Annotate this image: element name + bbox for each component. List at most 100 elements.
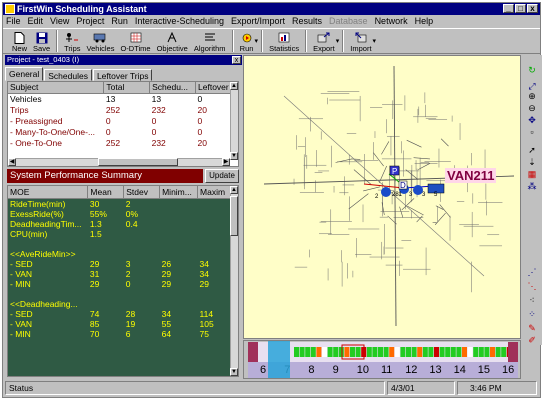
timeline-cursor[interactable] xyxy=(268,341,290,378)
table-row[interactable]: - SED 29 3 26 34 xyxy=(8,259,232,269)
menu-project[interactable]: Project xyxy=(76,16,104,26)
vehicle-label[interactable]: VAN211 xyxy=(445,168,497,183)
scroll-up-icon[interactable]: ▲ xyxy=(230,186,238,194)
menu-network[interactable]: Network xyxy=(375,16,408,26)
map-view[interactable]: P D 2 281 3 3 5 VAN211 xyxy=(243,55,521,339)
street-network-map[interactable]: PD2 281 3 3 5 xyxy=(244,56,521,339)
column-header-maximum[interactable]: Maxim xyxy=(197,186,232,199)
table-row[interactable]: RideTime(min) 30 2 xyxy=(8,198,232,209)
menu-file[interactable]: File xyxy=(6,16,21,26)
timeline-block[interactable] xyxy=(372,347,378,357)
menu-view[interactable]: View xyxy=(50,16,69,26)
table-row[interactable]: - MIN 70 6 64 75 xyxy=(8,329,232,339)
maximize-button[interactable]: □ xyxy=(515,4,526,13)
layers-icon[interactable]: ▦ xyxy=(526,169,538,179)
statistics-button[interactable]: Statistics xyxy=(266,29,302,53)
close-button[interactable]: x xyxy=(527,4,538,13)
run-button[interactable]: Run xyxy=(237,29,257,53)
table-row[interactable]: - VAN 31 2 29 34 xyxy=(8,269,232,279)
run-dropdown-icon[interactable]: ▾ xyxy=(255,29,259,45)
table-row[interactable]: - SED 74 28 34 114 xyxy=(8,309,232,319)
stop-icon[interactable]: ⁖ xyxy=(526,295,538,305)
column-header-minimum[interactable]: Minim... xyxy=(159,186,199,199)
identify-icon[interactable]: ⁂ xyxy=(526,181,538,191)
timeline-block[interactable] xyxy=(473,347,479,357)
table-row[interactable]: - Many-To-One/One-... 0 0 0 xyxy=(8,126,234,137)
new-button[interactable]: New xyxy=(9,29,30,53)
timeline-block[interactable] xyxy=(350,347,355,357)
timeline-block[interactable] xyxy=(378,347,383,357)
menu-help[interactable]: Help xyxy=(415,16,434,26)
timeline-block[interactable] xyxy=(355,347,361,357)
column-header-total[interactable]: Total xyxy=(103,82,151,94)
summary-vertical-scrollbar[interactable]: ▲ ▼ xyxy=(230,82,238,160)
timeline-block[interactable] xyxy=(333,347,339,357)
table-row[interactable]: <<AveRideMin>> xyxy=(8,249,232,259)
scroll-right-icon[interactable]: ▶ xyxy=(222,158,230,166)
tab-general[interactable]: General xyxy=(5,67,44,81)
table-row[interactable]: CPU(min) 1.5 xyxy=(8,229,232,239)
algorithm-button[interactable]: Algorithm xyxy=(191,29,229,53)
scroll-left-icon[interactable]: ◀ xyxy=(8,158,16,166)
trip-icon[interactable]: ⋱ xyxy=(526,281,538,291)
import-button[interactable]: Import xyxy=(347,29,374,53)
scroll-up-icon[interactable]: ▲ xyxy=(230,82,238,90)
table-row[interactable]: DeadheadingTim... 1.3 0.4 xyxy=(8,219,232,229)
save-button[interactable]: Save xyxy=(30,29,53,53)
menu-interactive-scheduling[interactable]: Interactive-Scheduling xyxy=(135,16,224,26)
update-button[interactable]: Update xyxy=(205,169,239,183)
timeline-block[interactable] xyxy=(389,347,395,357)
refresh-icon[interactable]: ↻ xyxy=(526,65,538,75)
menu-results[interactable]: Results xyxy=(292,16,322,26)
scroll-down-icon[interactable]: ▼ xyxy=(230,368,238,376)
zoom-extent-icon[interactable]: ⤢ xyxy=(526,81,538,91)
table-row[interactable]: - MIN 29 0 29 29 xyxy=(8,279,232,289)
zoom-in-icon[interactable]: ⊕ xyxy=(526,91,538,101)
route-icon[interactable]: ⋰ xyxy=(526,267,538,277)
export-button[interactable]: Export xyxy=(310,29,338,53)
table-row[interactable] xyxy=(8,239,232,249)
edit-icon[interactable]: ✎ xyxy=(526,323,538,333)
tab-schedules[interactable]: Schedules xyxy=(44,69,92,81)
export-dropdown-icon[interactable]: ▾ xyxy=(336,29,340,45)
timeline-block[interactable] xyxy=(316,347,322,357)
table-row[interactable]: ExessRide(%) 55% 0% xyxy=(8,209,232,219)
timeline-block[interactable] xyxy=(383,347,389,357)
timeline-block[interactable] xyxy=(406,347,411,357)
timeline-block[interactable] xyxy=(434,347,439,357)
timeline-block[interactable] xyxy=(422,347,428,357)
timeline-block[interactable] xyxy=(394,347,400,357)
timeline-block[interactable] xyxy=(495,347,501,357)
timeline-block[interactable] xyxy=(456,347,462,357)
pan-icon[interactable]: ✥ xyxy=(526,115,538,125)
column-header-subject[interactable]: Subject xyxy=(8,82,105,94)
table-row[interactable]: - One-To-One 252 232 20 xyxy=(8,137,234,148)
column-header-scheduled[interactable]: Schedu... xyxy=(149,82,197,94)
timeline-block[interactable] xyxy=(445,347,451,357)
table-row[interactable]: <<Deadheading... xyxy=(8,299,232,309)
column-header-mean[interactable]: Mean xyxy=(87,186,125,199)
timeline-block[interactable] xyxy=(439,347,445,357)
table-row[interactable]: - VAN 85 19 55 105 xyxy=(8,319,232,329)
column-header-moe[interactable]: MOE xyxy=(8,186,89,199)
timeline-block[interactable] xyxy=(478,347,484,357)
timeline-block[interactable] xyxy=(417,347,423,357)
column-header-stdev[interactable]: Stdev xyxy=(123,186,161,199)
timeline-block[interactable] xyxy=(462,347,467,357)
timeline-block[interactable] xyxy=(299,347,305,357)
scroll-thumb[interactable] xyxy=(98,158,178,166)
menu-edit[interactable]: Edit xyxy=(28,16,44,26)
timeline-block[interactable] xyxy=(484,347,490,357)
timeline-block[interactable] xyxy=(428,347,434,357)
timeline-block[interactable] xyxy=(366,347,372,357)
scroll-thumb[interactable] xyxy=(230,196,238,236)
measure-icon[interactable]: ⇣ xyxy=(526,157,538,167)
stop-pie-icon[interactable] xyxy=(381,187,391,197)
timeline-block[interactable] xyxy=(411,347,417,357)
timeline-block[interactable] xyxy=(400,347,406,357)
schedule-timeline[interactable]: 678910111213141516 xyxy=(243,340,521,379)
zoom-out-icon[interactable]: ⊖ xyxy=(526,103,538,113)
performance-vertical-scrollbar[interactable]: ▲ ▼ xyxy=(230,186,238,376)
timeline-block[interactable] xyxy=(490,347,495,357)
timeline-block[interactable] xyxy=(305,347,311,357)
